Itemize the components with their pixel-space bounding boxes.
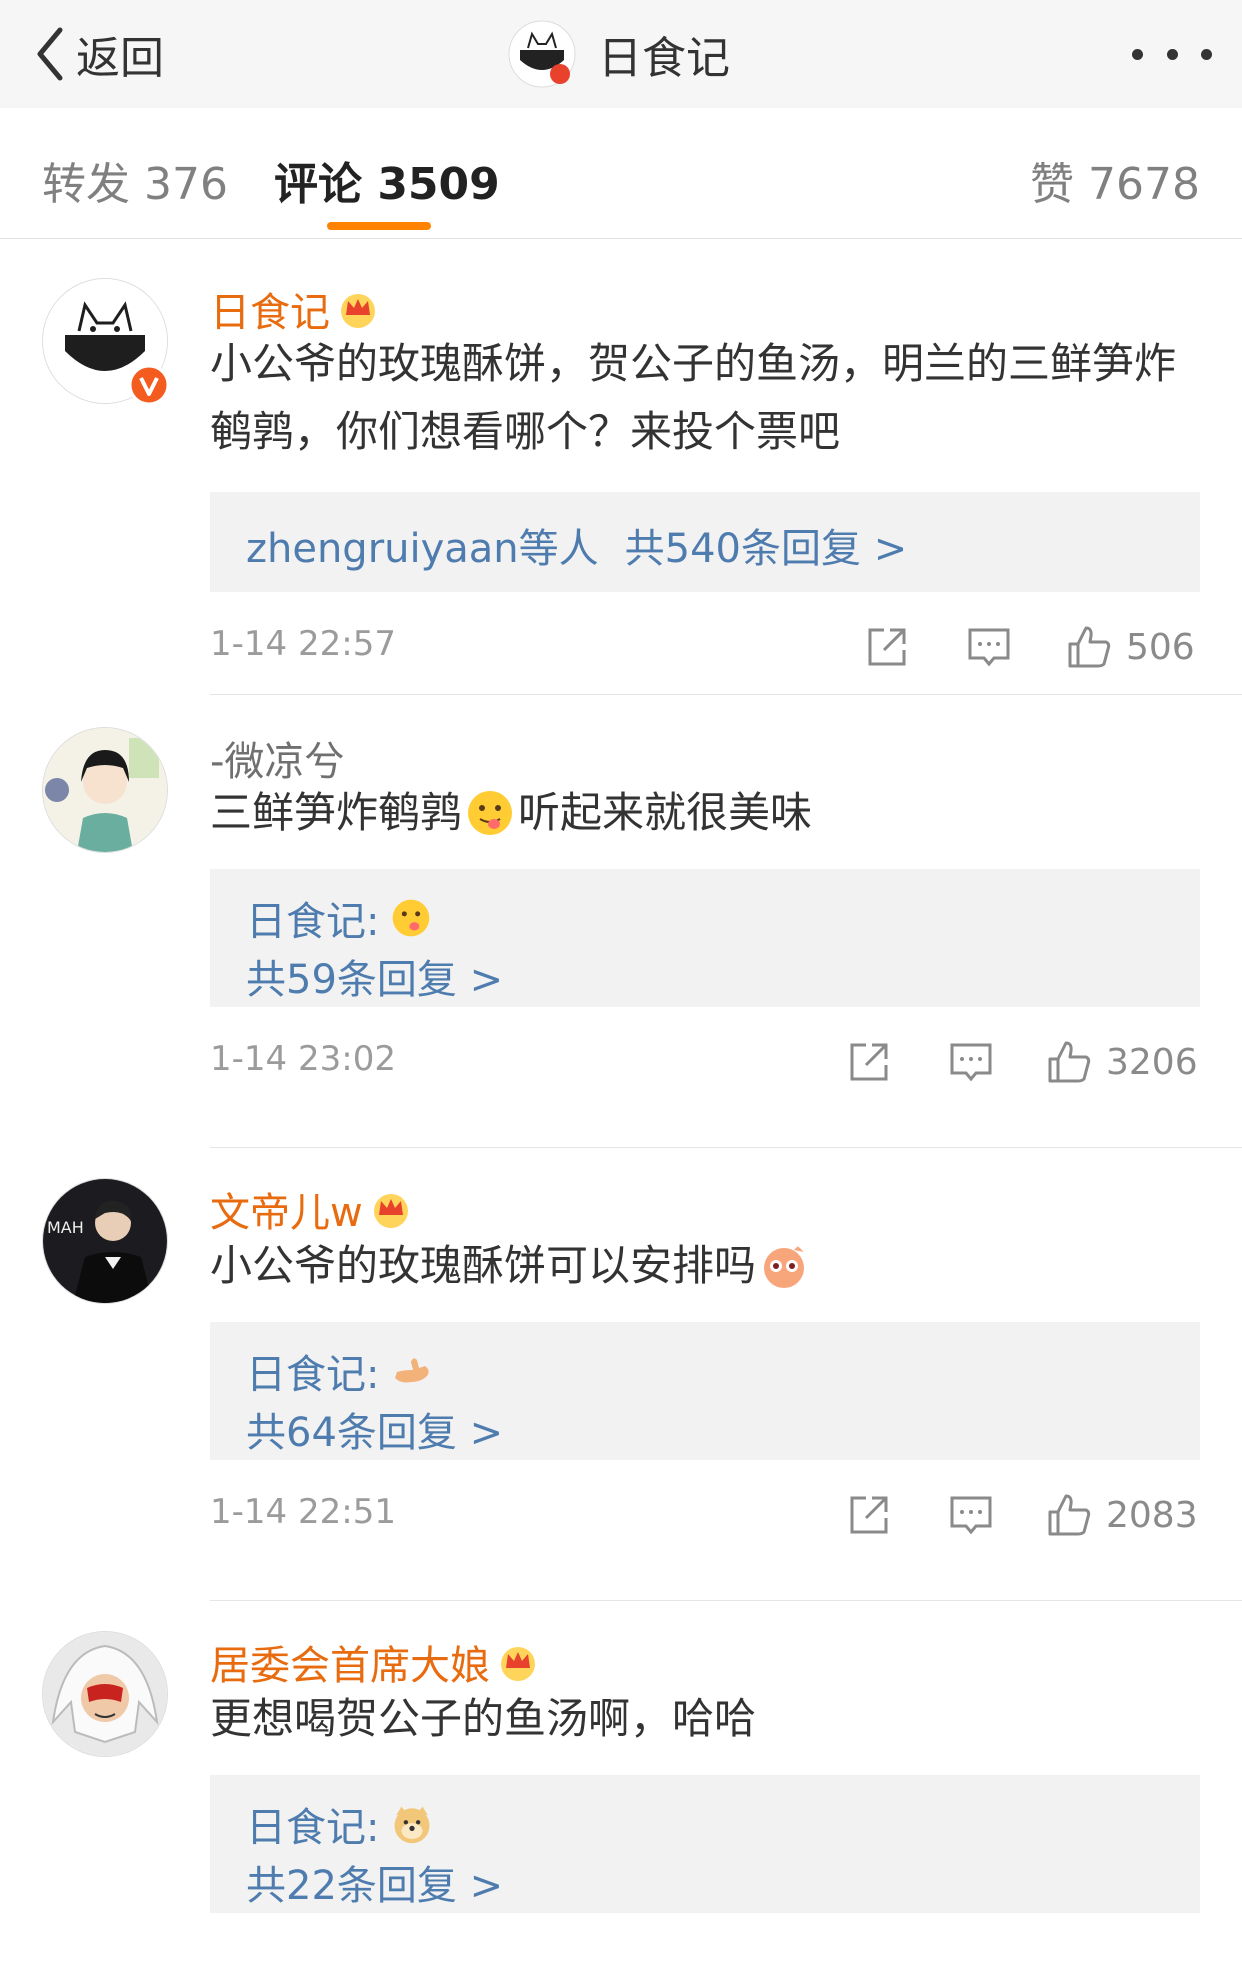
back-button[interactable]: 返回 <box>34 14 164 94</box>
like-icon <box>1068 626 1111 668</box>
reply-users: zhengruiyaan等人 <box>246 526 599 572</box>
comment-time: 1-14 22:57 <box>210 624 396 664</box>
share-icon <box>868 628 906 666</box>
reply-snippet[interactable]: 日食记: <box>246 889 435 947</box>
like-button[interactable]: 506 <box>1066 622 1195 672</box>
like-count: 3206 <box>1106 1041 1198 1083</box>
avatar[interactable]: MAH <box>42 1178 168 1304</box>
reply-author: 日食记: <box>246 1352 380 1398</box>
reply-preview[interactable]: zhengruiyaan等人 共540条回复 > <box>210 492 1200 592</box>
tab-reposts[interactable]: 转发 376 <box>42 148 228 212</box>
divider <box>210 694 1242 695</box>
nav-bar: 返回 日食记 <box>0 0 1242 109</box>
comment-text-part: 三鲜笋炸鹌鹑 <box>210 788 463 837</box>
tab-bar: 转发 376 评论 3509 赞 7678 <box>0 108 1242 239</box>
comment-icon <box>950 1043 992 1082</box>
crown-icon <box>373 1194 408 1228</box>
like-icon <box>1048 1041 1091 1083</box>
reply-count-link[interactable]: 共540条回复 > <box>625 516 908 574</box>
comment-meta: 1-14 22:51 2083 <box>210 1482 1200 1542</box>
comment-icon <box>968 628 1010 667</box>
tongue-emoji-icon <box>468 791 513 835</box>
doge-emoji-icon <box>394 1806 430 1844</box>
reply-preview[interactable]: 日食记: 共22条回复 > <box>210 1775 1200 1913</box>
comment-text-part: 小公爷的玫瑰酥饼可以安排吗 <box>210 1241 757 1290</box>
like-count: 2083 <box>1106 1494 1198 1536</box>
comment-icon <box>950 1496 992 1535</box>
comment-text: 更想喝贺公子的鱼汤啊，哈哈 <box>210 1694 757 1743</box>
comment-text-part: 听起来就很美味 <box>518 788 813 837</box>
svg-text:MAH: MAH <box>47 1218 84 1237</box>
reply-count-link[interactable]: 共64条回复 > <box>246 1400 503 1458</box>
like-button[interactable]: 3206 <box>1046 1037 1198 1087</box>
reply-summary[interactable]: zhengruiyaan等人 共540条回复 > <box>246 516 907 574</box>
comment-author-name: 居委会首席大娘 <box>210 1643 490 1689</box>
back-label: 返回 <box>76 33 164 84</box>
reply-author: 日食记: <box>246 899 380 945</box>
more-button[interactable] <box>1132 36 1212 72</box>
tab-active-indicator <box>327 222 431 230</box>
tab-comments[interactable]: 评论 3509 <box>274 148 500 212</box>
comment-text: 小公爷的玫瑰酥饼，贺公子的鱼汤，明兰的三鲜笋炸鹌鹑，你们想看哪个？来投个票吧 <box>210 339 1177 456</box>
reply-snippet[interactable]: 日食记: <box>246 1342 437 1400</box>
reply-button[interactable] <box>948 1037 994 1087</box>
comment-time: 1-14 23:02 <box>210 1039 396 1079</box>
avatar[interactable] <box>42 727 168 853</box>
comment-text: 小公爷的玫瑰酥饼可以安排吗 <box>210 1232 1210 1300</box>
crown-icon <box>501 1647 535 1681</box>
reply-count-link[interactable]: 共22条回复 > <box>246 1853 503 1911</box>
divider <box>210 1600 1242 1601</box>
comment-meta: 1-14 22:57 506 <box>210 614 1200 674</box>
reply-button[interactable] <box>948 1490 994 1540</box>
avatar[interactable] <box>42 1631 168 1757</box>
comment-author[interactable]: 文帝儿w <box>210 1180 411 1238</box>
crown-icon <box>341 294 375 328</box>
like-icon <box>1048 1494 1091 1536</box>
reply-snippet[interactable]: 日食记: <box>246 1795 437 1853</box>
cute-face-emoji-icon <box>764 1244 805 1288</box>
reply-button[interactable] <box>966 622 1012 672</box>
divider <box>210 1147 1242 1148</box>
more-icon <box>1201 48 1212 60</box>
more-icon <box>1132 48 1143 60</box>
more-icon <box>1166 48 1178 60</box>
page-title: 日食记 <box>598 33 730 84</box>
reply-preview[interactable]: 日食记: 共59条回复 > <box>210 869 1200 1007</box>
avatar[interactable] <box>508 20 576 88</box>
chevron-left-icon <box>37 27 63 81</box>
share-button[interactable] <box>846 1490 892 1540</box>
share-icon <box>850 1496 888 1534</box>
nav-profile[interactable]: 日食记 <box>508 10 730 98</box>
verified-icon <box>128 364 170 406</box>
comment-text: 三鲜笋炸鹌鹑 听起来就很美味 <box>210 779 1210 847</box>
comment-time: 1-14 22:51 <box>210 1492 396 1532</box>
share-button[interactable] <box>864 622 910 672</box>
strong-arm-emoji-icon <box>395 1358 430 1383</box>
tab-likes[interactable]: 赞 7678 <box>1030 148 1200 212</box>
reply-author: 日食记: <box>246 1805 380 1851</box>
reply-preview[interactable]: 日食记: 共64条回复 > <box>210 1322 1200 1460</box>
like-count: 506 <box>1126 626 1195 668</box>
comment-meta: 1-14 23:02 3206 <box>210 1029 1200 1089</box>
like-button[interactable]: 2083 <box>1046 1490 1198 1540</box>
share-button[interactable] <box>846 1037 892 1087</box>
tongue-emoji-icon <box>393 899 430 937</box>
reply-count-link[interactable]: 共59条回复 > <box>246 947 503 1005</box>
share-icon <box>850 1043 888 1081</box>
comment-author-name: 文帝儿w <box>210 1190 363 1236</box>
comment-author[interactable]: 居委会首席大娘 <box>210 1633 538 1691</box>
